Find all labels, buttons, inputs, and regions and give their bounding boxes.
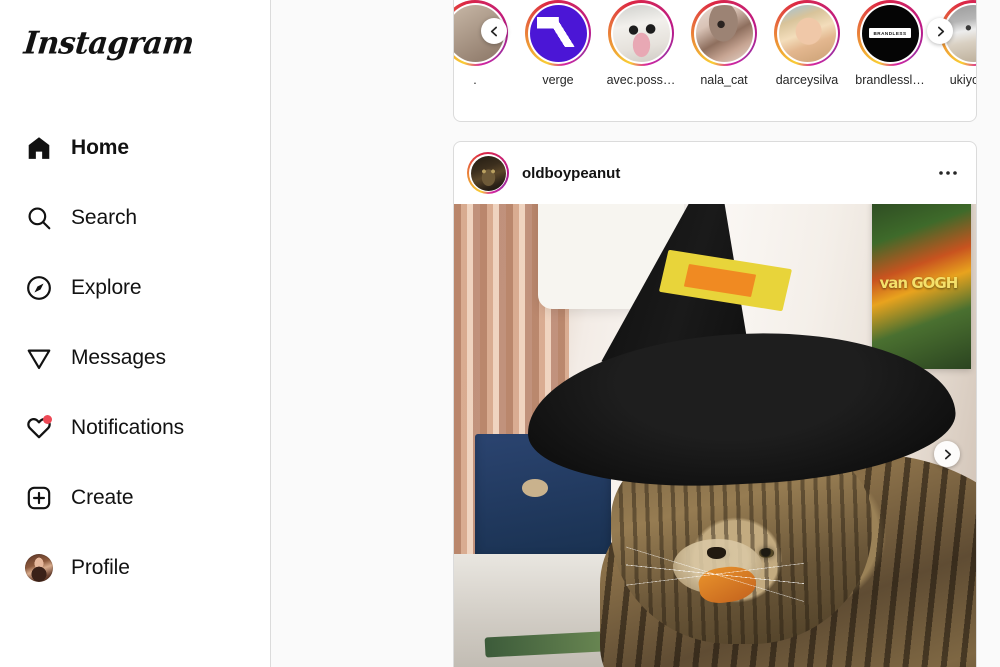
notification-badge: [43, 415, 52, 424]
story-item[interactable]: darceysilva: [772, 0, 842, 88]
sidebar-item-label: Home: [71, 136, 129, 159]
story-ring: [608, 0, 674, 66]
story-username: brandlessl…: [855, 73, 925, 87]
post-author-avatar-image: [470, 155, 506, 191]
story-ring: [774, 0, 840, 66]
stories-tray: . verge avec.poss… nala_cat darceysilva …: [453, 0, 977, 122]
story-ring: [691, 0, 757, 66]
story-item[interactable]: BRANDLESS brandlessl…: [855, 0, 925, 88]
carousel-next-button[interactable]: [934, 441, 960, 467]
story-avatar: BRANDLESS: [861, 4, 919, 62]
photo-chair-knob: [521, 479, 548, 497]
plus-square-icon: [16, 475, 62, 521]
sidebar-item-profile[interactable]: Profile: [0, 533, 270, 603]
sidebar-nav: Home Search Explore Messages Notificatio…: [0, 113, 270, 603]
story-item[interactable]: nala_cat: [689, 0, 759, 88]
avatar: [16, 545, 62, 591]
story-username: darceysilva: [775, 73, 839, 87]
story-item[interactable]: verge: [523, 0, 593, 88]
stories-prev-button[interactable]: [481, 18, 507, 44]
sidebar-item-explore[interactable]: Explore: [0, 253, 270, 323]
stories-next-button[interactable]: [927, 18, 953, 44]
sidebar: Instagram Home Search Explore Messages N…: [0, 0, 271, 667]
sidebar-item-messages[interactable]: Messages: [0, 323, 270, 393]
story-avatar: [695, 4, 753, 62]
sidebar-item-home[interactable]: Home: [0, 113, 270, 183]
post-header: oldboypeanut: [454, 142, 976, 204]
search-icon: [16, 195, 62, 241]
feed-post: oldboypeanut: [453, 141, 977, 667]
sidebar-item-label: Notifications: [71, 416, 185, 439]
story-ring: BRANDLESS: [857, 0, 923, 66]
story-username: verge: [542, 73, 574, 87]
sidebar-item-label: Search: [71, 206, 137, 229]
heart-icon: [16, 405, 62, 451]
sidebar-item-create[interactable]: Create: [0, 463, 270, 533]
home-icon: [16, 125, 62, 171]
profile-avatar-image: [25, 554, 53, 582]
story-avatar: [612, 4, 670, 62]
photo-cat-whiskers: [626, 534, 804, 614]
brandless-logo-text: BRANDLESS: [869, 28, 911, 38]
sidebar-item-label: Create: [71, 486, 134, 509]
sidebar-item-label: Messages: [71, 346, 166, 369]
feed-column: . verge avec.poss… nala_cat darceysilva …: [453, 0, 977, 667]
sidebar-item-notifications[interactable]: Notifications: [0, 393, 270, 463]
sidebar-item-label: Explore: [71, 276, 142, 299]
compass-icon: [16, 265, 62, 311]
story-avatar: [778, 4, 836, 62]
story-ring: [525, 0, 591, 66]
post-author-avatar[interactable]: [467, 152, 509, 194]
sidebar-item-label: Profile: [71, 556, 130, 579]
story-username: avec.poss…: [606, 73, 676, 87]
main-content: . verge avec.poss… nala_cat darceysilva …: [271, 0, 1000, 667]
stories-track[interactable]: . verge avec.poss… nala_cat darceysilva …: [454, 0, 976, 88]
story-username: ukiyo.au: [949, 73, 976, 87]
photo-van-gogh-poster: [871, 204, 971, 369]
story-username: .: [473, 73, 477, 87]
instagram-app: Instagram Home Search Explore Messages N…: [0, 0, 1000, 667]
story-item[interactable]: .: [454, 0, 510, 88]
story-item[interactable]: ukiyo.au: [938, 0, 976, 88]
post-media[interactable]: [454, 204, 976, 667]
post-author-username[interactable]: oldboypeanut: [522, 165, 620, 182]
instagram-logo[interactable]: Instagram: [22, 25, 195, 61]
paper-plane-icon: [16, 335, 62, 381]
sidebar-item-search[interactable]: Search: [0, 183, 270, 253]
story-username: nala_cat: [700, 73, 748, 87]
story-avatar: [529, 4, 587, 62]
story-item[interactable]: avec.poss…: [606, 0, 676, 88]
post-options-button[interactable]: [928, 153, 968, 193]
